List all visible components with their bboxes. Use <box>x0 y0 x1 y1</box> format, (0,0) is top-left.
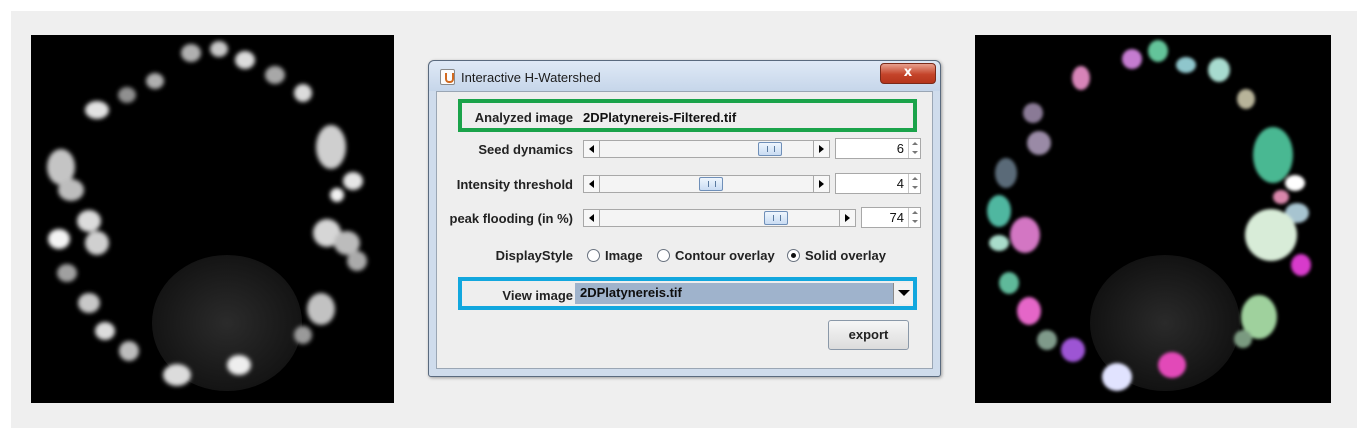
peak-flooding-spinner[interactable]: 74 <box>861 207 921 228</box>
intensity-threshold-value[interactable]: 4 <box>897 176 904 191</box>
spinner-arrows-icon[interactable] <box>908 174 920 193</box>
spinner-arrows-icon[interactable] <box>908 139 920 158</box>
radio-contour-overlay[interactable]: Contour overlay <box>657 248 775 263</box>
h-watershed-dialog: Interactive H-Watershed x Analyzed image… <box>428 60 941 377</box>
radio-button-icon[interactable] <box>657 249 670 262</box>
intensity-threshold-slider[interactable] <box>583 175 830 193</box>
peak-flooding-label: peak flooding (in %) <box>449 211 574 226</box>
view-image-value[interactable]: 2DPlatynereis.tif <box>580 285 682 300</box>
close-icon: x <box>903 65 913 80</box>
spinner-arrows-icon[interactable] <box>908 208 920 227</box>
radio-solid-overlay-label[interactable]: Solid overlay <box>805 248 886 263</box>
scroll-right-icon[interactable] <box>813 141 829 157</box>
radio-image-label[interactable]: Image <box>605 248 643 263</box>
display-style-label: DisplayStyle <box>495 248 573 263</box>
seed-dynamics-value[interactable]: 6 <box>897 141 904 156</box>
radio-button-icon[interactable] <box>587 249 600 262</box>
scroll-right-icon[interactable] <box>813 176 829 192</box>
analyzed-image-label: Analyzed image <box>474 110 573 125</box>
view-image-dropdown[interactable]: 2DPlatynereis.tif <box>575 283 913 304</box>
view-image-label: View image <box>502 288 573 303</box>
seed-dynamics-spinner[interactable]: 6 <box>835 138 921 159</box>
scroll-right-icon[interactable] <box>839 210 855 226</box>
intensity-threshold-thumb[interactable] <box>698 177 723 191</box>
chevron-down-icon[interactable] <box>893 283 913 304</box>
analyzed-image-value: 2DPlatynereis-Filtered.tif <box>583 110 737 125</box>
peak-flooding-value[interactable]: 74 <box>890 210 904 225</box>
scroll-left-icon[interactable] <box>584 176 600 192</box>
raw-microscopy-image <box>31 35 394 403</box>
radio-image[interactable]: Image <box>587 248 643 263</box>
title-bar: Interactive H-Watershed x <box>429 61 940 91</box>
seed-dynamics-label: Seed dynamics <box>478 142 573 157</box>
seed-dynamics-slider[interactable] <box>583 140 830 158</box>
radio-solid-overlay[interactable]: Solid overlay <box>787 248 886 263</box>
scroll-left-icon[interactable] <box>584 210 600 226</box>
export-button[interactable]: export <box>828 320 909 350</box>
java-cup-icon <box>440 69 455 85</box>
window-title: Interactive H-Watershed <box>461 70 601 85</box>
peak-flooding-slider[interactable] <box>583 209 856 227</box>
close-button[interactable]: x <box>880 63 936 84</box>
radio-contour-overlay-label[interactable]: Contour overlay <box>675 248 775 263</box>
intensity-threshold-label: Intensity threshold <box>456 177 573 192</box>
intensity-threshold-spinner[interactable]: 4 <box>835 173 921 194</box>
radio-button-selected-icon[interactable] <box>787 249 800 262</box>
peak-flooding-thumb[interactable] <box>764 211 789 225</box>
display-style-group: Image Contour overlay Solid overlay <box>587 248 917 264</box>
segmentation-overlay-image <box>975 35 1331 403</box>
scroll-left-icon[interactable] <box>584 141 600 157</box>
seed-dynamics-thumb[interactable] <box>757 142 782 156</box>
